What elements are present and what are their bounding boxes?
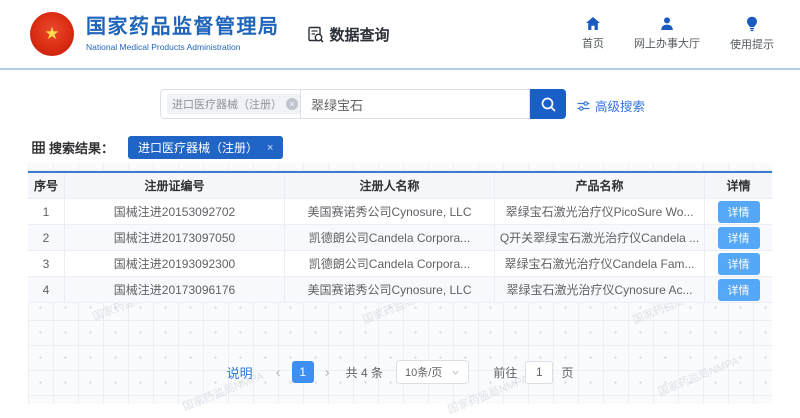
search-group: 进口医疗器械（注册） × — [160, 89, 566, 119]
category-tag: 进口医疗器械（注册） × — [167, 94, 303, 114]
category-tag-label: 进口医疗器械（注册） — [172, 96, 282, 112]
registrant-cell: 凯德朗公司Candela Corpora... — [285, 225, 495, 250]
current-page-button[interactable]: 1 — [292, 361, 314, 383]
nav-item-service-hall[interactable]: 网上办事大厅 — [634, 16, 700, 52]
registrant-cell: 凯德朗公司Candela Corpora... — [285, 251, 495, 276]
filter-tag-close-icon[interactable]: × — [267, 142, 273, 154]
usage-tips-icon — [745, 16, 759, 32]
product-name-cell: 翠绿宝石激光治疗仪PicoSure Wo... — [495, 199, 705, 224]
nav-label-service-hall: 网上办事大厅 — [634, 35, 700, 51]
nav-item-home[interactable]: 首页 — [582, 16, 604, 52]
col-header-index: 序号 — [28, 173, 65, 198]
registrant-cell: 美国赛诺秀公司Cynosure, LLC — [285, 199, 495, 224]
nav-item-usage-tips[interactable]: 使用提示 — [730, 16, 774, 52]
results-bar: 搜索结果： 进口医疗器械（注册） × — [28, 132, 772, 163]
registrant-cell: 美国赛诺秀公司Cynosure, LLC — [285, 277, 495, 302]
col-header-detail: 详情 — [705, 173, 772, 198]
search-input[interactable] — [300, 89, 530, 119]
site-title: 国家药品监督管理局 — [86, 16, 280, 39]
row-index-cell: 2 — [28, 225, 65, 250]
page-size-select[interactable]: 10条/页 — [396, 360, 469, 384]
product-name-cell: Q开关翠绿宝石激光治疗仪Candela ... — [495, 225, 705, 250]
filter-tag[interactable]: 进口医疗器械（注册） × — [128, 136, 283, 159]
col-header-product: 产品名称 — [495, 173, 705, 198]
module-title-label: 数据查询 — [330, 24, 390, 45]
results-table: 序号 注册证编号 注册人名称 产品名称 详情 1 国械注进20153092702… — [28, 171, 772, 303]
table-row: 1 国械注进20153092702 美国赛诺秀公司Cynosure, LLC 翠… — [28, 199, 772, 225]
header: ★ 国家药品监督管理局 National Medical Products Ad… — [0, 0, 800, 70]
table-body: 1 国械注进20153092702 美国赛诺秀公司Cynosure, LLC 翠… — [28, 199, 772, 303]
detail-button[interactable]: 详情 — [718, 201, 760, 223]
cert-number-cell: 国械注进20193092300 — [65, 251, 285, 276]
advanced-search-link[interactable]: 高级搜索 — [577, 96, 645, 115]
module-title: 数据查询 — [306, 24, 390, 45]
note-link[interactable]: 说明 — [227, 363, 253, 382]
search-button[interactable] — [530, 89, 566, 119]
advanced-search-label: 高级搜索 — [595, 96, 645, 115]
row-index-cell: 4 — [28, 277, 65, 302]
grid-icon — [32, 141, 45, 154]
detail-button[interactable]: 详情 — [718, 227, 760, 249]
pagination: 说明 ‹ 1 › 共 4 条 10条/页 前往 页 — [28, 360, 772, 384]
table-row: 4 国械注进20173096176 美国赛诺秀公司Cynosure, LLC 翠… — [28, 277, 772, 303]
product-name-cell: 翠绿宝石激光治疗仪Cynosure Ac... — [495, 277, 705, 302]
home-icon — [585, 16, 601, 31]
goto-page-input[interactable] — [525, 361, 553, 384]
col-header-cert-no: 注册证编号 — [65, 173, 285, 198]
brand-block: 国家药品监督管理局 National Medical Products Admi… — [86, 16, 280, 52]
national-emblem-logo: ★ — [30, 12, 74, 56]
data-query-icon — [306, 25, 325, 44]
row-index-cell: 1 — [28, 199, 65, 224]
category-tag-close-icon[interactable]: × — [286, 98, 298, 110]
site-subtitle: National Medical Products Administration — [86, 42, 280, 52]
col-header-registrant: 注册人名称 — [285, 173, 495, 198]
goto-label: 前往 — [493, 364, 517, 381]
header-nav: 首页 网上办事大厅 使用提示 — [582, 16, 774, 52]
nav-label-usage-tips: 使用提示 — [730, 36, 774, 52]
next-page-icon[interactable]: › — [322, 365, 333, 380]
detail-button[interactable]: 详情 — [718, 279, 760, 301]
results-label-text: 搜索结果： — [49, 138, 114, 157]
cert-number-cell: 国械注进20173097050 — [65, 225, 285, 250]
page-size-value: 10条/页 — [405, 364, 442, 380]
cert-number-cell: 国械注进20153092702 — [65, 199, 285, 224]
row-index-cell: 3 — [28, 251, 65, 276]
search-icon — [540, 96, 557, 113]
total-count-label: 共 4 条 — [346, 364, 383, 381]
nav-label-home: 首页 — [582, 35, 604, 51]
prev-page-icon[interactable]: ‹ — [273, 365, 284, 380]
chevron-down-icon — [451, 368, 460, 377]
category-select[interactable]: 进口医疗器械（注册） × — [160, 89, 300, 119]
cert-number-cell: 国械注进20173096176 — [65, 277, 285, 302]
advanced-search-icon — [577, 100, 590, 112]
table-row: 3 国械注进20193092300 凯德朗公司Candela Corpora..… — [28, 251, 772, 277]
results-label: 搜索结果： — [32, 138, 114, 157]
detail-button[interactable]: 详情 — [718, 253, 760, 275]
table-header-row: 序号 注册证编号 注册人名称 产品名称 详情 — [28, 173, 772, 199]
page-unit-label: 页 — [561, 364, 573, 381]
table-row: 2 国械注进20173097050 凯德朗公司Candela Corpora..… — [28, 225, 772, 251]
filter-tag-label: 进口医疗器械（注册） — [138, 139, 258, 156]
product-name-cell: 翠绿宝石激光治疗仪Candela Fam... — [495, 251, 705, 276]
service-hall-icon — [659, 16, 675, 31]
